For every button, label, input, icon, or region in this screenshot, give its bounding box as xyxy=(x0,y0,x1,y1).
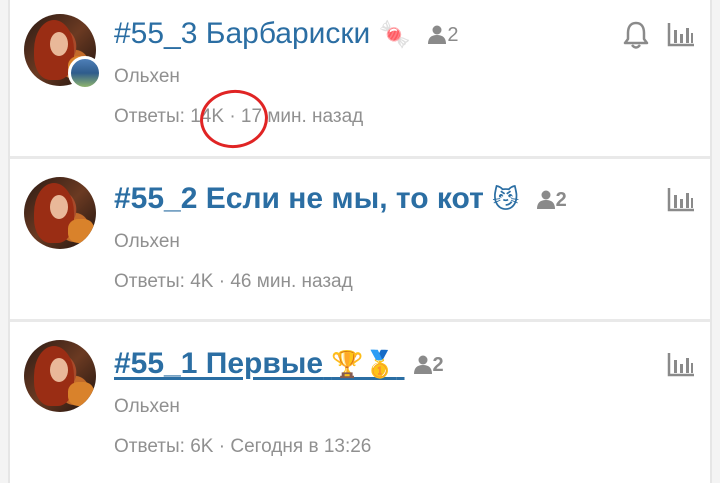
member-count: 2 xyxy=(427,17,459,53)
stats-icon[interactable] xyxy=(666,20,696,50)
trophy-medal-emoji: 🏆🥇 xyxy=(331,350,397,381)
person-icon xyxy=(536,190,555,210)
thread-item[interactable]: #55_1 Первые 🏆🥇 2 Ольхен Ответы: 6K · Се… xyxy=(10,322,710,483)
thread-meta: Ответы: 4K · 46 мин. назад xyxy=(114,271,353,292)
replies-count: 6K xyxy=(190,436,214,457)
member-count: 2 xyxy=(413,347,444,383)
person-icon xyxy=(428,25,447,45)
replies-count: 4K xyxy=(190,271,214,292)
right-divider xyxy=(710,0,712,483)
thread-time: Сегодня в 13:26 xyxy=(230,436,372,457)
cat-emoji: 😼 xyxy=(492,185,520,216)
thread-title[interactable]: #55_3 Барбариски 🍬 2 xyxy=(114,16,459,53)
thread-title[interactable]: #55_1 Первые 🏆🥇 2 xyxy=(114,346,444,383)
thread-time: 46 мин. назад xyxy=(230,271,353,292)
thread-author[interactable]: Ольхен xyxy=(114,66,180,88)
thread-author[interactable]: Ольхен xyxy=(114,396,180,418)
avatar[interactable] xyxy=(24,177,96,249)
stats-icon[interactable] xyxy=(666,185,696,215)
thread-meta: Ответы: 6K · Сегодня в 13:26 xyxy=(114,436,372,457)
candy-emoji: 🍬 xyxy=(378,20,412,51)
thread-title[interactable]: #55_2 Если не мы, то кот 😼 2 xyxy=(114,181,567,218)
thread-item[interactable]: #55_2 Если не мы, то кот 😼 2 Ольхен Отве… xyxy=(10,159,710,319)
avatar[interactable] xyxy=(24,340,96,412)
stats-icon[interactable] xyxy=(666,350,696,380)
last-poster-avatar[interactable] xyxy=(68,56,102,90)
thread-item[interactable]: #55_3 Барбариски 🍬 2 Ольхен Ответы: 14K … xyxy=(10,0,710,156)
person-icon xyxy=(413,355,432,375)
member-count: 2 xyxy=(536,182,567,218)
bell-icon[interactable] xyxy=(622,20,652,50)
thread-author[interactable]: Ольхен xyxy=(114,231,180,253)
red-circle-annotation xyxy=(197,86,271,152)
